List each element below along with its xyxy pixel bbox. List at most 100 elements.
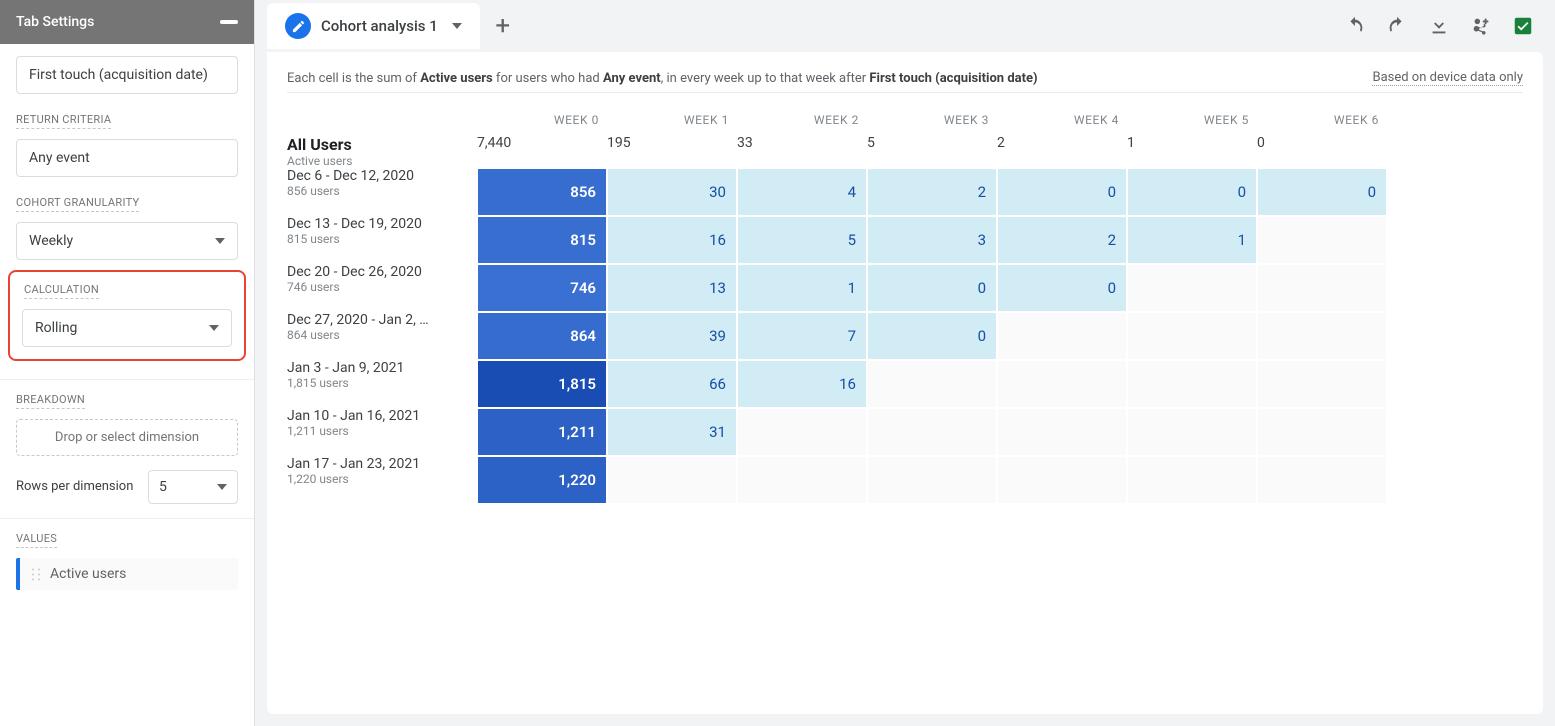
values-metric-chip[interactable]: Active users: [16, 558, 238, 590]
breakdown-dropzone[interactable]: Drop or select dimension: [16, 419, 238, 456]
cohort-cell[interactable]: 0: [997, 168, 1127, 216]
table-column-header: WEEK 2: [737, 103, 867, 135]
tab-name: Cohort analysis 1: [321, 17, 438, 35]
cohort-cell-empty: [1257, 456, 1387, 504]
total-row-value: 33: [737, 135, 867, 168]
total-row-value: 7,440: [477, 135, 607, 168]
cohort-row-label[interactable]: Dec 6 - Dec 12, 2020 856 users: [287, 168, 477, 216]
cohort-row-label[interactable]: Jan 17 - Jan 23, 2021 1,220 users: [287, 456, 477, 504]
cohort-cell-week0[interactable]: 746: [477, 264, 607, 312]
granularity-select[interactable]: Weekly: [16, 222, 238, 260]
chevron-down-icon: [452, 23, 462, 29]
cohort-cell-week0[interactable]: 1,211: [477, 408, 607, 456]
cohort-cell-empty: [737, 456, 867, 504]
main-area: Cohort analysis 1 + Each cell is the sum…: [255, 0, 1555, 726]
cohort-cell-week0[interactable]: 856: [477, 168, 607, 216]
report-canvas: Each cell is the sum of Active users for…: [267, 52, 1543, 714]
cohort-inclusion-select[interactable]: First touch (acquisition date): [16, 56, 238, 94]
cohort-cell-week0[interactable]: 1,220: [477, 456, 607, 504]
cohort-cell-empty: [1257, 216, 1387, 264]
cohort-row-label[interactable]: Jan 10 - Jan 16, 2021 1,211 users: [287, 408, 477, 456]
table-column-header: WEEK 5: [1127, 103, 1257, 135]
total-row-value: 1: [1127, 135, 1257, 168]
collapse-icon[interactable]: [220, 20, 238, 24]
cohort-cell-empty: [867, 408, 997, 456]
total-row-value: 2: [997, 135, 1127, 168]
granularity-label: COHORT GRANULARITY: [16, 196, 139, 212]
cohort-row-label[interactable]: Dec 20 - Dec 26, 2020 746 users: [287, 264, 477, 312]
cohort-row-label[interactable]: Dec 27, 2020 - Jan 2, … 864 users: [287, 312, 477, 360]
sidebar-title: Tab Settings: [16, 14, 94, 30]
return-criteria-select[interactable]: Any event: [16, 139, 238, 177]
cohort-cell[interactable]: 2: [997, 216, 1127, 264]
device-data-note[interactable]: Based on device data only: [1372, 70, 1523, 86]
cohort-cell-week0[interactable]: 864: [477, 312, 607, 360]
cohort-cell-empty: [1127, 312, 1257, 360]
cohort-cell[interactable]: 7: [737, 312, 867, 360]
cohort-cell-empty: [997, 408, 1127, 456]
cohort-row-label[interactable]: Dec 13 - Dec 19, 2020 815 users: [287, 216, 477, 264]
table-column-header: WEEK 4: [997, 103, 1127, 135]
cohort-inclusion-value: First touch (acquisition date): [29, 67, 208, 83]
table-column-header: WEEK 0: [477, 103, 607, 135]
cohort-cell-empty: [997, 456, 1127, 504]
chevron-down-icon: [217, 484, 227, 490]
cohort-cell-empty: [1127, 264, 1257, 312]
cohort-cell-empty: [1127, 360, 1257, 408]
cohort-cell[interactable]: 31: [607, 408, 737, 456]
chevron-down-icon: [209, 325, 219, 331]
calculation-select[interactable]: Rolling: [22, 309, 232, 347]
cohort-cell-week0[interactable]: 1,815: [477, 360, 607, 408]
table-column-header: WEEK 6: [1257, 103, 1387, 135]
cohort-cell[interactable]: 66: [607, 360, 737, 408]
cohort-cell-empty: [1127, 456, 1257, 504]
redo-button[interactable]: [1385, 14, 1409, 38]
share-button[interactable]: [1469, 14, 1493, 38]
cohort-row-label[interactable]: Jan 3 - Jan 9, 2021 1,815 users: [287, 360, 477, 408]
total-row-value: 0: [1257, 135, 1387, 168]
cohort-cell[interactable]: 16: [607, 216, 737, 264]
cohort-cell[interactable]: 2: [867, 168, 997, 216]
undo-button[interactable]: [1343, 14, 1367, 38]
cohort-cell-empty: [1257, 264, 1387, 312]
calculation-value: Rolling: [35, 320, 77, 336]
cohort-cell[interactable]: 0: [867, 312, 997, 360]
cohort-cell[interactable]: 4: [737, 168, 867, 216]
add-tab-button[interactable]: +: [480, 3, 526, 49]
save-button[interactable]: [1511, 14, 1535, 38]
cohort-cell[interactable]: 1: [737, 264, 867, 312]
cohort-cell[interactable]: 5: [737, 216, 867, 264]
cohort-cell-empty: [1257, 360, 1387, 408]
tab-bar: Cohort analysis 1 +: [255, 0, 1555, 52]
cohort-cell[interactable]: 3: [867, 216, 997, 264]
cohort-cell[interactable]: 0: [997, 264, 1127, 312]
download-button[interactable]: [1427, 14, 1451, 38]
cohort-cell[interactable]: 0: [867, 264, 997, 312]
table-column-header: WEEK 1: [607, 103, 737, 135]
rows-per-dimension-value: 5: [159, 479, 167, 495]
table-corner: [287, 103, 477, 135]
rows-per-dimension-select[interactable]: 5: [148, 470, 238, 504]
sidebar-header: Tab Settings: [0, 0, 254, 44]
cohort-cell-empty: [1257, 408, 1387, 456]
settings-sidebar: Tab Settings First touch (acquisition da…: [0, 0, 255, 726]
cohort-table: WEEK 0WEEK 1WEEK 2WEEK 3WEEK 4WEEK 5WEEK…: [287, 103, 1523, 504]
breakdown-label: BREAKDOWN: [16, 393, 85, 409]
calculation-label: CALCULATION: [24, 283, 99, 299]
cohort-cell[interactable]: 1: [1127, 216, 1257, 264]
cohort-cell-empty: [997, 360, 1127, 408]
cohort-cell[interactable]: 16: [737, 360, 867, 408]
values-metric-text: Active users: [50, 566, 126, 582]
cohort-cell-week0[interactable]: 815: [477, 216, 607, 264]
cohort-cell[interactable]: 13: [607, 264, 737, 312]
total-row-label: All Users Active users: [287, 135, 477, 168]
cohort-cell[interactable]: 30: [607, 168, 737, 216]
cohort-cell[interactable]: 0: [1127, 168, 1257, 216]
cohort-cell[interactable]: 39: [607, 312, 737, 360]
total-row-value: 5: [867, 135, 997, 168]
tab-cohort-analysis[interactable]: Cohort analysis 1: [267, 3, 480, 49]
cohort-cell[interactable]: 0: [1257, 168, 1387, 216]
table-column-header: WEEK 3: [867, 103, 997, 135]
cohort-cell-empty: [867, 360, 997, 408]
rows-per-dimension-label: Rows per dimension: [16, 479, 134, 496]
